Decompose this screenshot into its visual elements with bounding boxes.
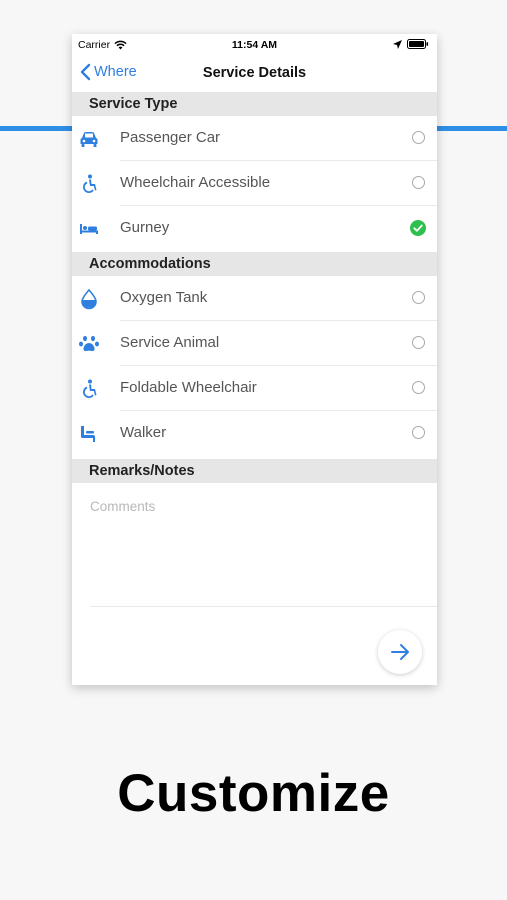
next-button[interactable]	[378, 630, 422, 674]
wheelchair-icon	[83, 174, 97, 193]
radio-unselected[interactable]	[412, 381, 425, 394]
comments-field[interactable]: Comments	[90, 499, 155, 514]
option-wheelchair-accessible[interactable]: Wheelchair Accessible	[72, 161, 437, 206]
location-arrow-icon	[393, 39, 402, 49]
option-oxygen-tank[interactable]: Oxygen Tank	[72, 276, 437, 321]
status-bar: Carrier 11:54 AM	[72, 34, 437, 56]
section-header-accommodations: Accommodations	[72, 252, 437, 276]
car-icon	[80, 132, 98, 147]
option-label: Passenger Car	[120, 129, 221, 146]
battery-icon	[407, 39, 429, 49]
option-walker[interactable]: Walker	[72, 411, 437, 456]
radio-unselected[interactable]	[412, 291, 425, 304]
radio-unselected[interactable]	[412, 336, 425, 349]
option-label: Walker	[120, 424, 167, 441]
water-drop-icon	[81, 288, 97, 310]
radio-unselected[interactable]	[412, 131, 425, 144]
option-label: Oxygen Tank	[120, 289, 208, 306]
section-header-service-type: Service Type	[72, 92, 437, 116]
phone-screen: Carrier 11:54 AM Where Service Details S…	[72, 34, 437, 685]
section-header-remarks: Remarks/Notes	[72, 459, 437, 483]
chair-icon	[81, 426, 95, 442]
option-label: Service Animal	[120, 334, 220, 351]
radio-unselected[interactable]	[412, 426, 425, 439]
arrow-right-icon	[391, 644, 409, 660]
option-foldable-wheelchair[interactable]: Foldable Wheelchair	[72, 366, 437, 411]
check-icon	[413, 224, 423, 232]
option-gurney[interactable]: Gurney	[72, 206, 437, 251]
option-label: Wheelchair Accessible	[120, 174, 271, 191]
navigation-bar: Where Service Details	[72, 56, 437, 92]
option-passenger-car[interactable]: Passenger Car	[72, 116, 437, 161]
option-label: Foldable Wheelchair	[120, 379, 257, 396]
wheelchair-icon	[83, 379, 97, 398]
decorative-line-right	[437, 126, 507, 131]
radio-unselected[interactable]	[412, 176, 425, 189]
decorative-line-left	[0, 126, 72, 131]
option-label: Gurney	[120, 219, 170, 236]
paw-icon	[79, 335, 99, 352]
comments-underline	[90, 606, 437, 607]
headline-text: Customize	[117, 764, 390, 823]
page-title: Service Details	[202, 65, 307, 81]
checkmark-selected-icon[interactable]	[410, 220, 426, 236]
status-time: 11:54 AM	[231, 39, 278, 51]
status-right	[393, 39, 429, 49]
bed-icon	[80, 224, 98, 234]
option-service-animal[interactable]: Service Animal	[72, 321, 437, 366]
